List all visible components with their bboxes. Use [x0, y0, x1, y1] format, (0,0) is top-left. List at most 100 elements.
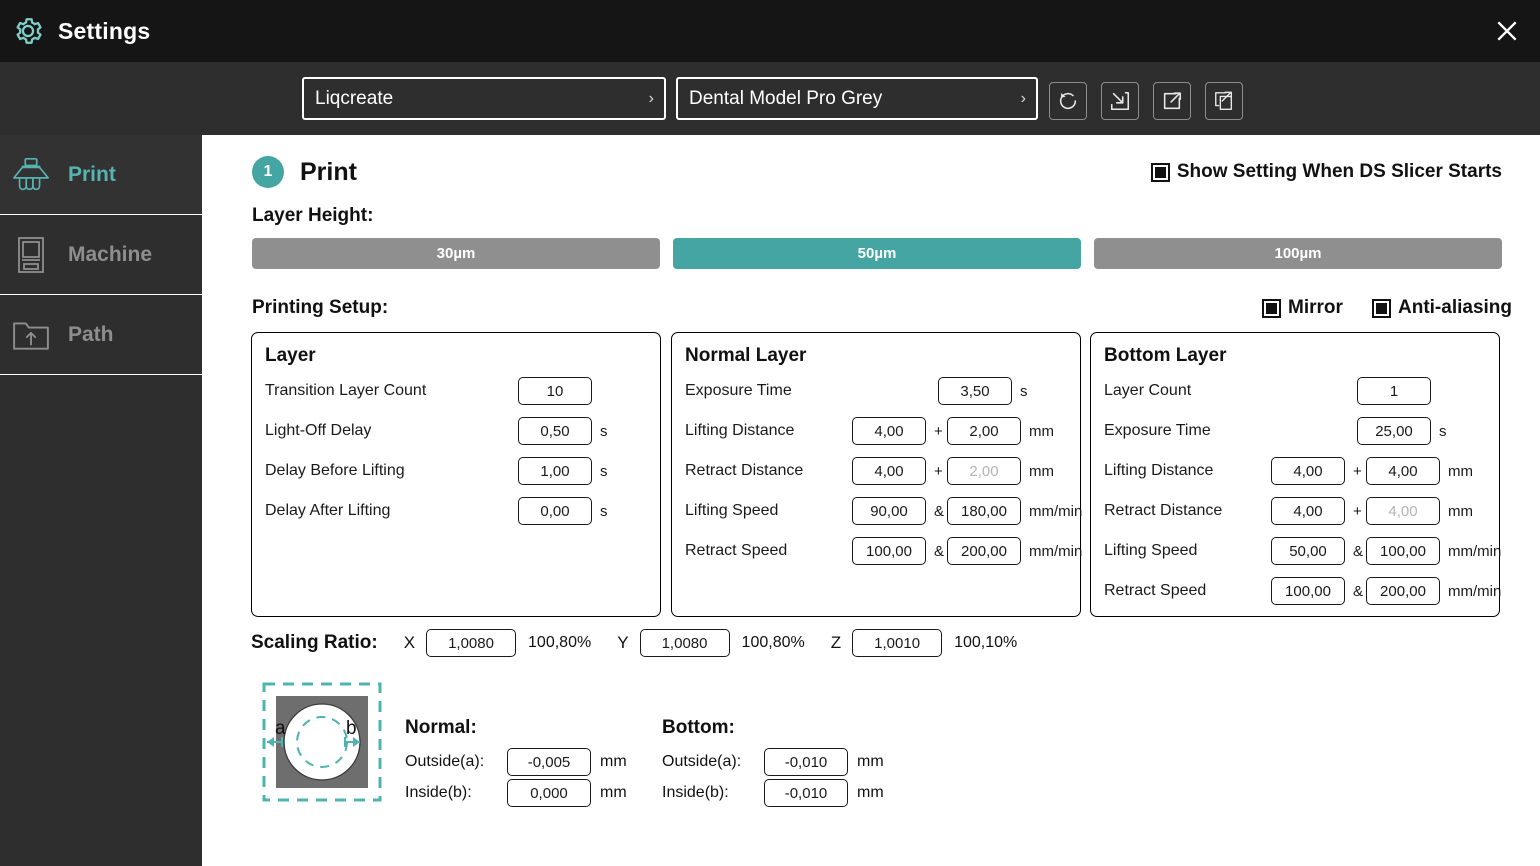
sidebar-item-path[interactable]: Path — [0, 295, 202, 375]
normal-retract-distance-a-input[interactable] — [852, 457, 926, 485]
field-label: Lifting Distance — [685, 422, 795, 439]
normal-inside-row: Inside(b): mm — [405, 779, 627, 807]
sidebar-item-print[interactable]: Print — [0, 135, 202, 215]
profile-toolbar: Liqcreate › Dental Model Pro Grey › — [0, 62, 1540, 135]
field-label: Lifting Distance — [1104, 462, 1214, 479]
scaling-axis-x-label: X — [403, 633, 416, 652]
field-unit: mm — [1029, 462, 1054, 480]
field-unit: s — [1439, 422, 1447, 440]
save-as-button[interactable] — [1205, 82, 1243, 120]
normal-retract-speed-b-input[interactable] — [947, 537, 1021, 565]
bottom-lifting-distance-b-input[interactable] — [1366, 457, 1440, 485]
resin-select[interactable]: Dental Model Pro Grey › — [676, 77, 1038, 120]
normal-lifting-speed-a-input[interactable] — [852, 497, 926, 525]
field-unit: s — [600, 422, 608, 440]
field-row-bottom-retract-speed: Retract Speed & mm/min — [1104, 577, 1501, 605]
step-badge: 1 — [252, 156, 284, 188]
normal-layer-card: Normal Layer Exposure Time s Lifting Dis… — [671, 332, 1083, 617]
bottom-outside-input[interactable] — [764, 748, 848, 776]
layer-card: Layer Transition Layer Count Light-Off D… — [251, 332, 661, 617]
main-content: 1 Print Show Setting When DS Slicer Star… — [202, 135, 1540, 866]
mirror-checkbox[interactable]: Mirror — [1262, 297, 1343, 319]
field-label: Layer Count — [1104, 382, 1192, 399]
normal-inside-input[interactable] — [507, 779, 591, 807]
import-button[interactable] — [1101, 82, 1139, 120]
delay-before-lifting-input[interactable] — [518, 457, 592, 485]
anti-aliasing-label: Anti-aliasing — [1398, 297, 1513, 318]
layer-height-100um[interactable]: 100µm — [1094, 238, 1502, 269]
scaling-y-input[interactable] — [639, 629, 730, 657]
field-row-bottom-layer-count: Layer Count — [1104, 377, 1491, 405]
close-button[interactable] — [1490, 14, 1524, 48]
transition-layer-count-input[interactable] — [518, 377, 592, 405]
field-unit: mm — [1448, 462, 1473, 480]
scaling-x-input[interactable] — [426, 629, 517, 657]
mirror-label: Mirror — [1288, 297, 1343, 318]
sidebar-item-machine[interactable]: Machine — [0, 215, 202, 295]
anti-aliasing-checkbox[interactable]: Anti-aliasing — [1372, 297, 1512, 319]
bottom-exposure-time-input[interactable] — [1357, 417, 1431, 445]
bottom-lifting-speed-a-input[interactable] — [1271, 537, 1345, 565]
settings-window: Settings Liqcreate › Dental Model Pro Gr… — [0, 0, 1540, 866]
field-operator: & — [934, 502, 945, 520]
field-unit: mm — [1448, 502, 1473, 520]
compensation-label-a: a — [275, 718, 286, 739]
field-label: Delay After Lifting — [265, 502, 391, 519]
field-unit: mm — [600, 753, 627, 770]
export-button[interactable] — [1153, 82, 1191, 120]
normal-exposure-time-input[interactable] — [938, 377, 1012, 405]
normal-retract-speed-a-input[interactable] — [852, 537, 926, 565]
field-row-normal-retract-distance: Retract Distance + mm — [685, 457, 1072, 485]
scaling-ratio-row: Scaling Ratio: X 100,80% Y 100,80% Z 100… — [251, 629, 1017, 657]
scaling-z-percent: 100,10% — [954, 634, 1018, 651]
xy-compensation-icon: a b — [262, 682, 382, 802]
layer-height-50um[interactable]: 50µm — [673, 238, 1081, 269]
scaling-x-percent: 100,80% — [528, 634, 592, 651]
normal-outside-input[interactable] — [507, 748, 591, 776]
field-unit: mm — [1029, 422, 1054, 440]
bottom-layer-count-input[interactable] — [1357, 377, 1431, 405]
brand-select[interactable]: Liqcreate › — [302, 77, 666, 120]
chevron-right-icon: › — [1020, 89, 1026, 107]
field-label: Delay Before Lifting — [265, 462, 405, 479]
field-row-delay-after-lifting: Delay After Lifting s — [265, 497, 652, 525]
bottom-retract-distance-a-input[interactable] — [1271, 497, 1345, 525]
bottom-lifting-distance-a-input[interactable] — [1271, 457, 1345, 485]
layer-height-30um[interactable]: 30µm — [252, 238, 660, 269]
sidebar-item-label: Machine — [68, 242, 153, 266]
field-label: Outside(a): — [405, 753, 485, 770]
delay-after-lifting-input[interactable] — [518, 497, 592, 525]
field-unit: mm/min — [1029, 542, 1083, 560]
bottom-retract-speed-b-input[interactable] — [1366, 577, 1440, 605]
scaling-z-input[interactable] — [852, 629, 943, 657]
sidebar-item-label: Path — [68, 322, 114, 346]
normal-lifting-distance-a-input[interactable] — [852, 417, 926, 445]
reset-button[interactable] — [1049, 82, 1087, 120]
field-row-normal-lifting-distance: Lifting Distance + mm — [685, 417, 1072, 445]
window-title: Settings — [58, 17, 151, 44]
show-setting-checkbox[interactable]: Show Setting When DS Slicer Starts — [1150, 161, 1502, 183]
field-label: Light-Off Delay — [265, 422, 372, 439]
bottom-lifting-speed-b-input[interactable] — [1366, 537, 1440, 565]
field-row-light-off-delay: Light-Off Delay s — [265, 417, 652, 445]
field-label: Retract Speed — [685, 542, 788, 559]
normal-lifting-speed-b-input[interactable] — [947, 497, 1021, 525]
sidebar-item-label: Print — [68, 162, 116, 186]
field-row-bottom-retract-distance: Retract Distance + mm — [1104, 497, 1491, 525]
field-label: Inside(b): — [662, 784, 729, 801]
bottom-inside-input[interactable] — [764, 779, 848, 807]
field-operator: + — [934, 422, 943, 440]
bottom-retract-distance-b-input[interactable] — [1366, 497, 1440, 525]
layer-height-label: Layer Height: — [252, 205, 374, 226]
field-row-bottom-lifting-speed: Lifting Speed & mm/min — [1104, 537, 1501, 565]
field-operator: & — [1353, 582, 1364, 600]
import-icon — [1110, 91, 1130, 111]
checkbox-checked-icon — [1262, 298, 1281, 318]
normal-lifting-distance-b-input[interactable] — [947, 417, 1021, 445]
field-operator: + — [934, 462, 943, 480]
machine-icon — [8, 235, 54, 275]
light-off-delay-input[interactable] — [518, 417, 592, 445]
bottom-retract-speed-a-input[interactable] — [1271, 577, 1345, 605]
normal-retract-distance-b-input[interactable] — [947, 457, 1021, 485]
printing-setup-label: Printing Setup: — [252, 297, 389, 318]
